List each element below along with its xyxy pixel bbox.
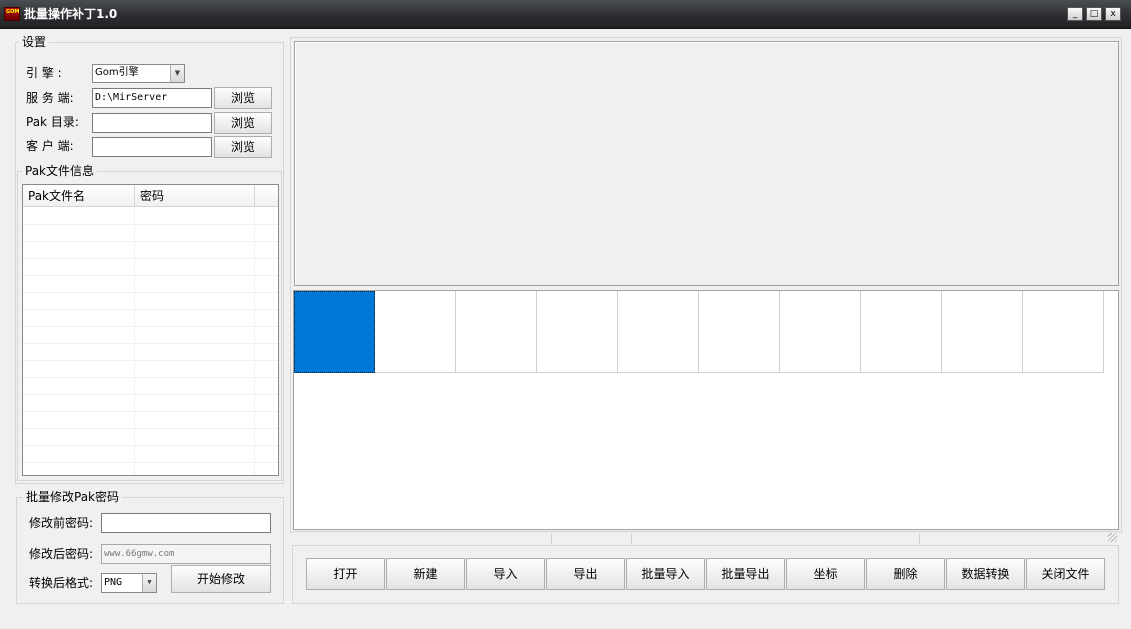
- title-bar: GOM 批量操作补丁1.0 _ □ x: [0, 0, 1131, 29]
- status-bar: [293, 531, 1119, 544]
- status-divider: [631, 533, 632, 544]
- data-convert-button[interactable]: 数据转换: [946, 558, 1025, 590]
- engine-label: 引 擎 :: [26, 66, 62, 80]
- close-button[interactable]: x: [1105, 7, 1121, 21]
- list-item: [23, 276, 278, 293]
- batch-import-button[interactable]: 批量导入: [626, 558, 705, 590]
- format-label: 转换后格式:: [29, 576, 94, 590]
- list-item: [23, 310, 278, 327]
- client-path-input[interactable]: [92, 137, 212, 157]
- column-header-filler: [255, 185, 278, 207]
- list-item: [23, 344, 278, 361]
- close-file-button[interactable]: 关闭文件: [1026, 558, 1105, 590]
- list-item: [23, 259, 278, 276]
- image-grid[interactable]: [293, 290, 1119, 530]
- new-password-input[interactable]: www.66gmw.com: [101, 544, 271, 564]
- status-divider: [919, 533, 920, 544]
- pak-file-list[interactable]: Pak文件名 密码: [22, 184, 279, 476]
- start-modify-button[interactable]: 开始修改: [171, 565, 271, 593]
- grid-cell[interactable]: [780, 291, 861, 373]
- old-password-input[interactable]: [101, 513, 271, 533]
- chevron-down-icon[interactable]: ▼: [170, 65, 184, 82]
- server-path-input[interactable]: D:\MirServer: [92, 88, 212, 108]
- new-button[interactable]: 新建: [386, 558, 465, 590]
- engine-select[interactable]: Gom引擎 ▼: [92, 64, 185, 83]
- pak-list-rows: [23, 208, 278, 475]
- chevron-down-icon[interactable]: ▼: [142, 574, 156, 592]
- format-select-value: PNG: [104, 577, 123, 588]
- grid-cell[interactable]: [861, 291, 942, 373]
- list-item: [23, 395, 278, 412]
- list-item: [23, 327, 278, 344]
- grid-cell[interactable]: [618, 291, 699, 373]
- settings-group-label: 设置: [19, 35, 50, 49]
- engine-select-value: Gom引擎: [95, 67, 139, 78]
- app-logo-text: GOM: [6, 9, 20, 15]
- batch-export-button[interactable]: 批量导出: [706, 558, 785, 590]
- column-header-password[interactable]: 密码: [135, 185, 255, 207]
- image-preview-panel: [294, 41, 1119, 286]
- list-item: [23, 293, 278, 310]
- browse-pak-dir-button[interactable]: 浏览: [214, 112, 272, 134]
- list-item: [23, 378, 278, 395]
- list-item: [23, 208, 278, 225]
- pak-dir-input[interactable]: [92, 113, 212, 133]
- grid-cell[interactable]: [1023, 291, 1104, 373]
- list-item: [23, 446, 278, 463]
- coordinates-button[interactable]: 坐标: [786, 558, 865, 590]
- list-item: [23, 225, 278, 242]
- maximize-button[interactable]: □: [1086, 7, 1102, 21]
- format-select[interactable]: PNG ▼: [101, 573, 157, 593]
- status-divider: [551, 533, 552, 544]
- column-header-pak-filename[interactable]: Pak文件名: [23, 185, 135, 207]
- pak-info-group-label: Pak文件信息: [22, 164, 98, 178]
- window-title: 批量操作补丁1.0: [24, 7, 118, 21]
- list-item: [23, 242, 278, 259]
- grid-cell-selected[interactable]: [294, 291, 375, 373]
- delete-button[interactable]: 删除: [866, 558, 945, 590]
- minimize-button[interactable]: _: [1067, 7, 1083, 21]
- server-label: 服 务 端:: [26, 91, 74, 105]
- app-logo-icon: GOM: [4, 7, 20, 21]
- list-item: [23, 463, 278, 475]
- list-item: [23, 361, 278, 378]
- grid-cell[interactable]: [942, 291, 1023, 373]
- browse-server-button[interactable]: 浏览: [214, 87, 272, 109]
- new-password-label: 修改后密码:: [29, 547, 94, 561]
- pak-dir-label: Pak 目录:: [26, 115, 79, 129]
- grid-cell[interactable]: [537, 291, 618, 373]
- grid-cell[interactable]: [375, 291, 456, 373]
- export-button[interactable]: 导出: [546, 558, 625, 590]
- list-item: [23, 429, 278, 446]
- grid-cell[interactable]: [456, 291, 537, 373]
- browse-client-button[interactable]: 浏览: [214, 136, 272, 158]
- batch-password-group-label: 批量修改Pak密码: [23, 490, 123, 504]
- open-button[interactable]: 打开: [306, 558, 385, 590]
- grid-cell[interactable]: [699, 291, 780, 373]
- import-button[interactable]: 导入: [466, 558, 545, 590]
- client-label: 客 户 端:: [26, 139, 74, 153]
- resize-grip-icon[interactable]: [1108, 533, 1117, 542]
- list-item: [23, 412, 278, 429]
- old-password-label: 修改前密码:: [29, 516, 94, 530]
